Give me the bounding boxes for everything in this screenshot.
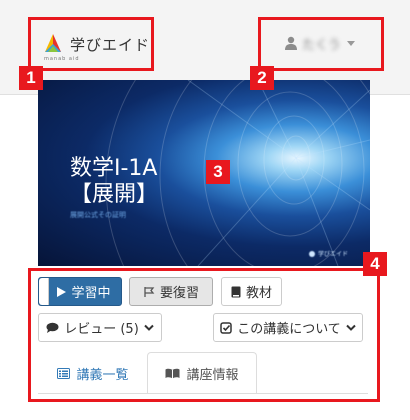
annotation-box-controls	[28, 268, 380, 402]
video-title: 数学Ⅰ-1A 【展開】	[70, 156, 158, 208]
brand-icon	[308, 250, 315, 257]
annotation-badge-1: 1	[19, 66, 43, 90]
video-watermark: 学びエイド	[308, 249, 348, 258]
video-brand-text: 学びエイド	[317, 251, 348, 258]
lecture-video-player[interactable]: 数学Ⅰ-1A 【展開】 展開公式その証明 学びエイド	[38, 80, 370, 266]
video-subtitle: 展開公式その証明	[70, 211, 126, 219]
annotation-box-logo	[28, 17, 154, 71]
annotation-box-user	[258, 17, 384, 71]
annotation-badge-2: 2	[250, 66, 274, 90]
video-title-line1: 数学Ⅰ-1A	[70, 156, 158, 181]
video-title-line2: 【展開】	[70, 182, 159, 207]
annotation-badge-4: 4	[363, 252, 387, 276]
annotation-badge-3: 3	[206, 160, 230, 184]
